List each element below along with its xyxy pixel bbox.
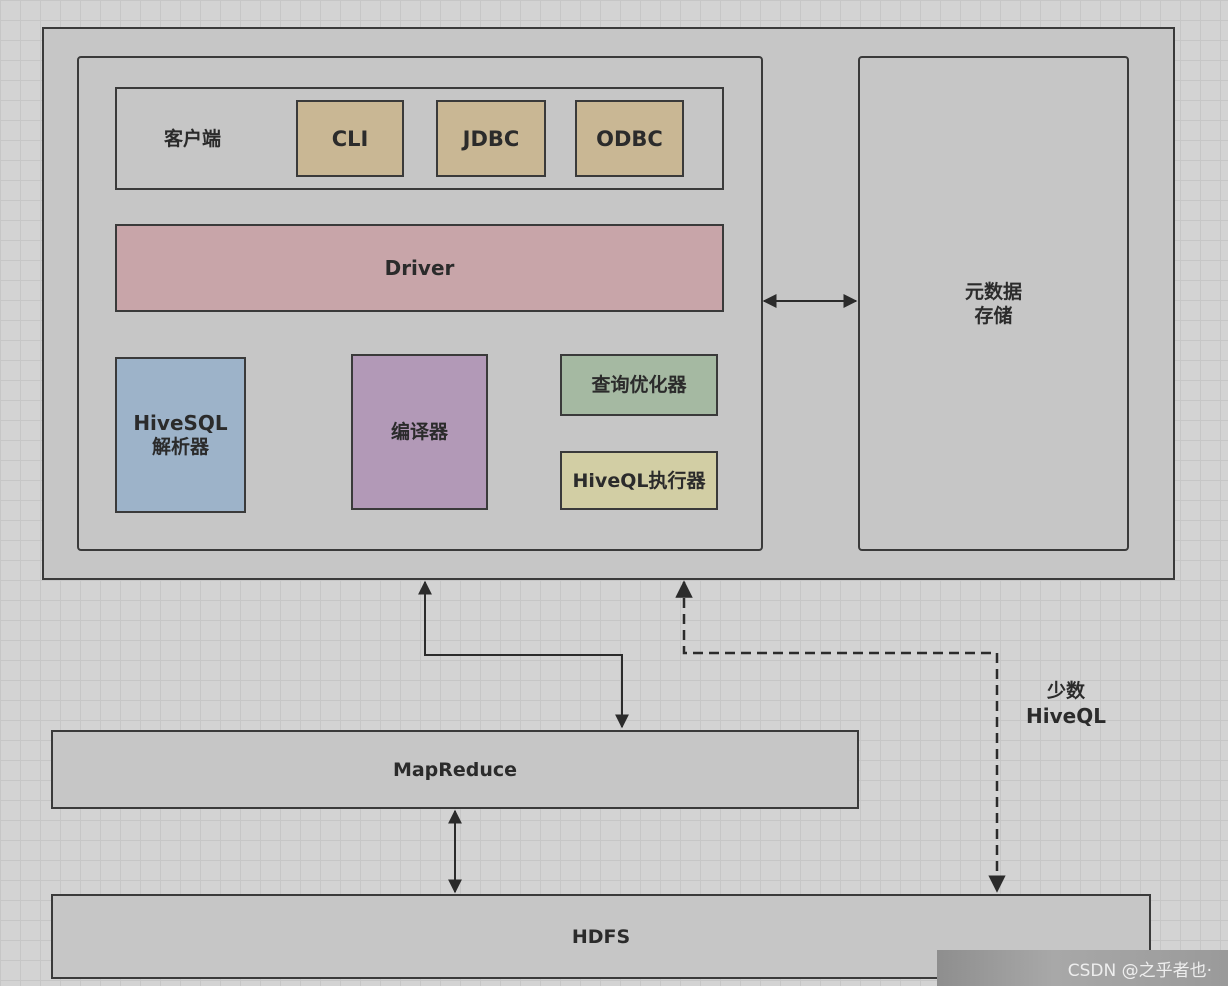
connectors (418, 294, 1006, 894)
watermark: CSDN @之乎者也· (937, 950, 1228, 986)
hive-mapreduce-arrow (418, 580, 629, 729)
hive-hdfs-dashed-arrow (675, 580, 1006, 893)
